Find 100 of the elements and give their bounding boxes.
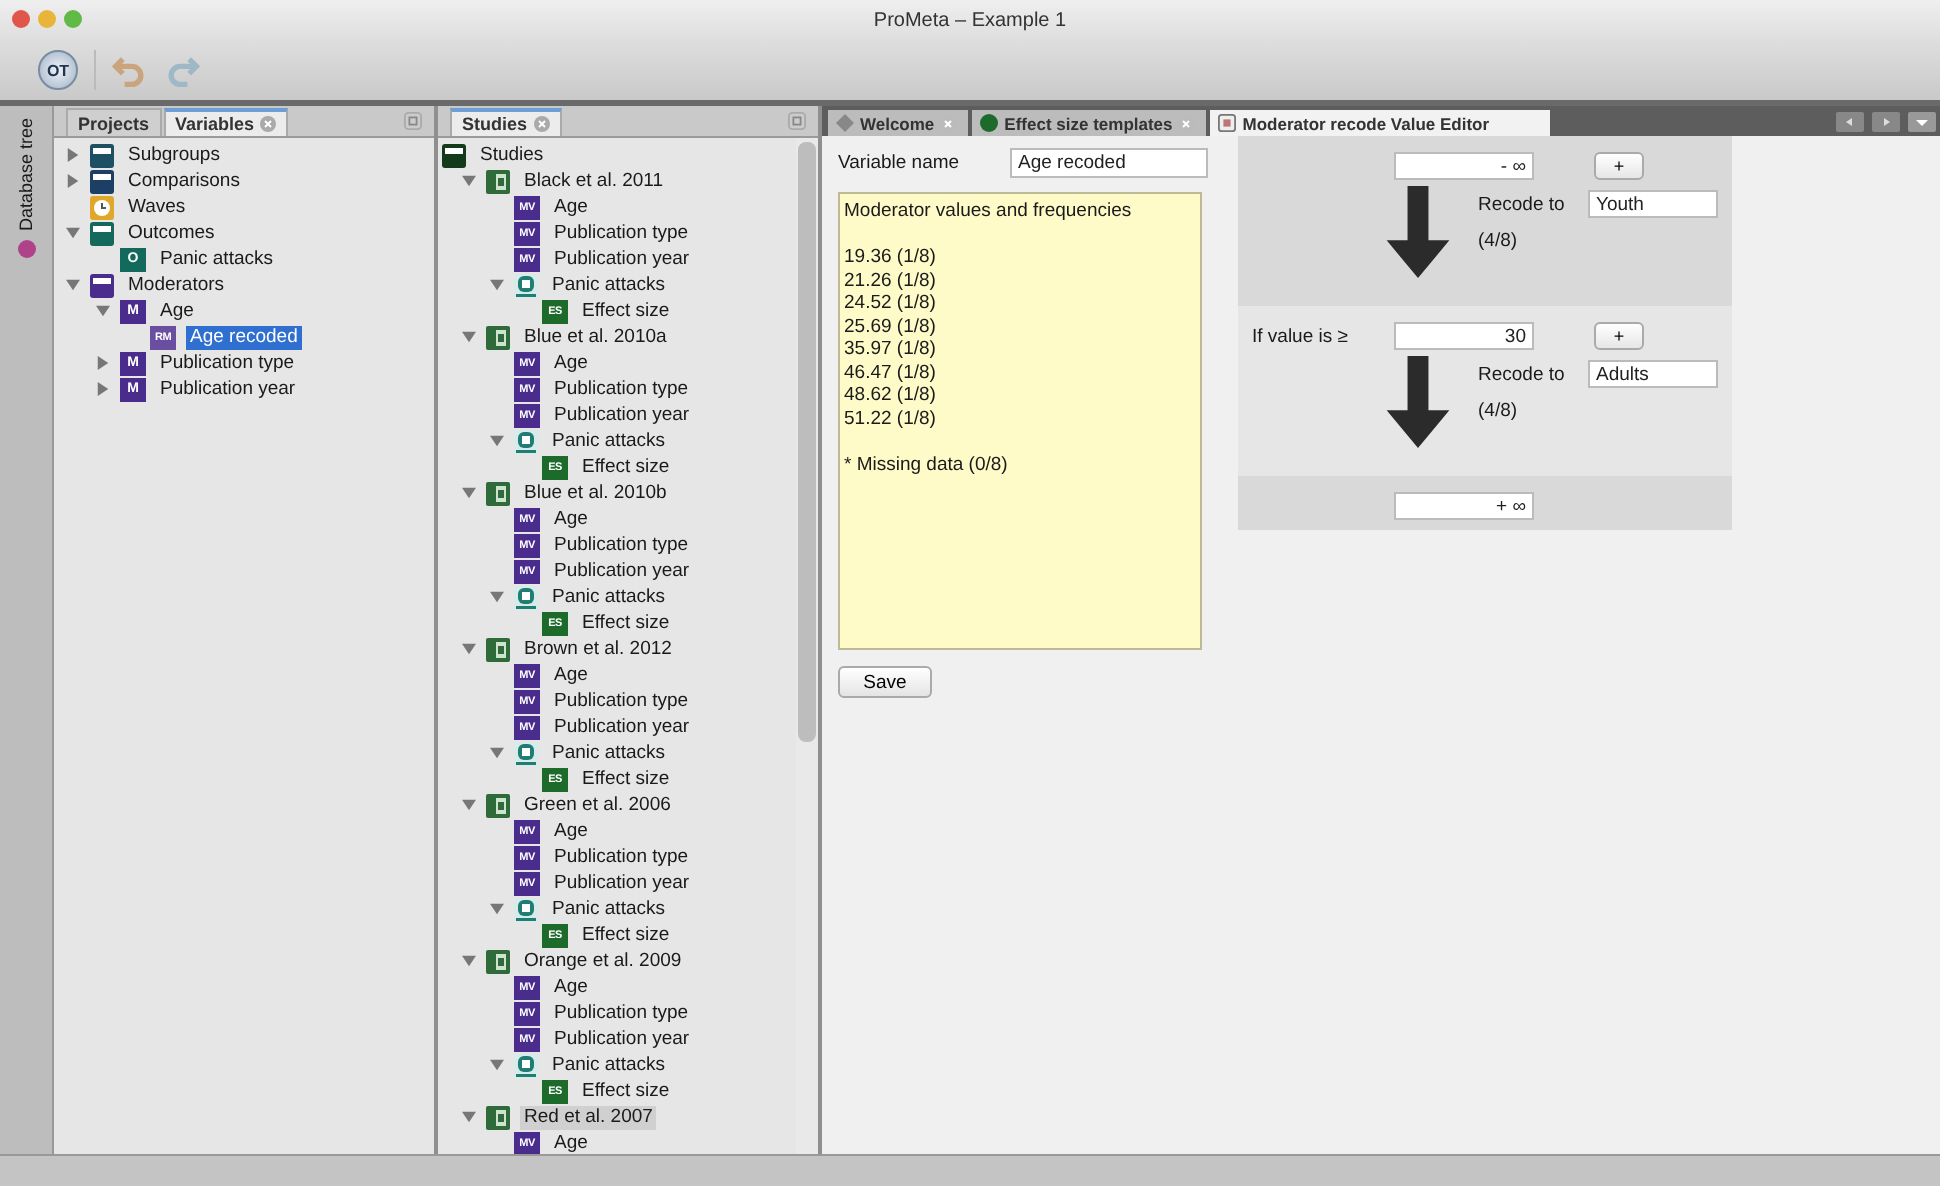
panel-tab[interactable]: Projects (66, 108, 162, 136)
close-window-button[interactable] (12, 10, 30, 28)
bound-field[interactable]: + ∞ (1394, 492, 1534, 520)
expand-arrow-icon[interactable] (96, 382, 110, 396)
add-button[interactable]: + (1594, 152, 1644, 180)
tree-item[interactable]: Publication year (550, 871, 694, 895)
zoom-window-button[interactable] (64, 10, 82, 28)
tree-item[interactable]: Brown et al. 2012 (520, 637, 676, 661)
tree-item[interactable]: Effect size (578, 923, 674, 947)
tree-item[interactable]: Red et al. 2007 (520, 1105, 657, 1129)
close-icon[interactable] (940, 115, 957, 131)
expand-arrow-icon[interactable] (66, 174, 80, 188)
tree-item[interactable]: Age recoded (186, 325, 302, 349)
tree-item[interactable]: Publication year (550, 1027, 694, 1051)
collapse-arrow-icon[interactable] (462, 798, 476, 812)
tree-item[interactable]: Panic attacks (548, 741, 669, 765)
recode-field[interactable]: Youth (1588, 190, 1718, 218)
tree-item[interactable]: Age (550, 975, 592, 999)
tree-item[interactable]: Publication type (550, 221, 693, 245)
collapse-arrow-icon[interactable] (490, 1058, 504, 1072)
save-button[interactable]: Save (838, 666, 932, 698)
tree-item[interactable]: Blue et al. 2010a (520, 325, 671, 349)
outcome-icon (514, 1053, 538, 1077)
logo-button[interactable]: OT (38, 50, 78, 90)
bound-field[interactable]: - ∞ (1394, 152, 1534, 180)
tree-item[interactable]: Waves (124, 195, 190, 219)
tree-item[interactable]: Panic attacks (548, 897, 669, 921)
tree-item[interactable]: Publication type (550, 689, 693, 713)
tree-item[interactable]: Age (550, 507, 592, 531)
close-icon[interactable] (1178, 115, 1195, 131)
tree-item[interactable]: Panic attacks (548, 273, 669, 297)
dropdown-icon[interactable] (1908, 112, 1936, 132)
tree-item[interactable]: Publication type (550, 377, 693, 401)
tree-item[interactable]: Blue et al. 2010b (520, 481, 671, 505)
tree-item[interactable]: Age (156, 299, 198, 323)
collapse-arrow-icon[interactable] (490, 902, 504, 916)
tree-item[interactable]: Subgroups (124, 143, 224, 167)
field-label: Variable name (838, 151, 962, 173)
collapse-arrow-icon[interactable] (462, 642, 476, 656)
collapse-arrow-icon[interactable] (462, 174, 476, 188)
minimize-icon[interactable] (788, 112, 806, 130)
tree-item[interactable]: Age (550, 195, 592, 219)
tree-item[interactable]: Effect size (578, 1079, 674, 1103)
frequency-value: 35.97 (1/8) (844, 338, 938, 361)
tree-item[interactable]: Orange et al. 2009 (520, 949, 686, 973)
editor-tab[interactable]: Moderator recode Value Editor (1210, 110, 1550, 136)
editor-tab[interactable]: Effect size templates (972, 110, 1207, 136)
side-tab[interactable]: Database tree (16, 118, 36, 232)
collapse-arrow-icon[interactable] (490, 278, 504, 292)
tree-item[interactable]: Panic attacks (548, 1053, 669, 1077)
collapse-arrow-icon[interactable] (462, 486, 476, 500)
tree-item[interactable]: Publication year (156, 377, 300, 401)
add-button[interactable]: + (1594, 322, 1644, 350)
tree-item[interactable]: Publication type (550, 845, 693, 869)
close-icon[interactable] (260, 116, 277, 132)
tree-item[interactable]: Panic attacks (548, 429, 669, 453)
bound-field[interactable]: 30 (1394, 322, 1534, 350)
tree-item[interactable]: Publication year (550, 403, 694, 427)
editor-tab[interactable]: Welcome (828, 110, 969, 136)
collapse-arrow-icon[interactable] (66, 226, 80, 240)
tree-item[interactable]: Panic attacks (548, 585, 669, 609)
collapse-arrow-icon[interactable] (66, 278, 80, 292)
variable-name-field[interactable]: Age recoded (1010, 147, 1208, 177)
collapse-arrow-icon[interactable] (462, 954, 476, 968)
tree-item[interactable]: Panic attacks (156, 247, 277, 271)
minimize-icon[interactable] (404, 112, 422, 130)
tree-item[interactable]: Publication year (550, 715, 694, 739)
collapse-arrow-icon[interactable] (462, 1110, 476, 1124)
tree-item[interactable]: Black et al. 2011 (520, 169, 668, 193)
tree-item[interactable]: Age (550, 663, 592, 687)
recode-field[interactable]: Adults (1588, 360, 1718, 388)
tree-item[interactable]: Effect size (578, 767, 674, 791)
close-icon[interactable] (533, 116, 550, 132)
tree-item[interactable]: Green et al. 2006 (520, 793, 675, 817)
expand-arrow-icon[interactable] (66, 148, 80, 162)
tree-item[interactable]: Outcomes (124, 221, 219, 245)
tree-item[interactable]: Publication type (550, 533, 693, 557)
collapse-arrow-icon[interactable] (490, 746, 504, 760)
expand-arrow-icon[interactable] (96, 356, 110, 370)
collapse-arrow-icon[interactable] (462, 330, 476, 344)
scrollbar-thumb[interactable] (798, 142, 816, 742)
collapse-arrow-icon[interactable] (96, 304, 110, 318)
tree-item[interactable]: Age (550, 1131, 592, 1154)
tree-item[interactable]: Publication type (156, 351, 299, 375)
tree-item[interactable]: Effect size (578, 611, 674, 635)
panel-tab[interactable]: Studies (450, 108, 562, 136)
tree-item[interactable]: Publication year (550, 247, 694, 271)
collapse-arrow-icon[interactable] (490, 590, 504, 604)
tree-item[interactable]: Studies (476, 143, 548, 167)
tree-item[interactable]: Comparisons (124, 169, 244, 193)
panel-tab[interactable]: Variables (163, 108, 289, 136)
tree-item[interactable]: Effect size (578, 299, 674, 323)
tree-item[interactable]: Age (550, 819, 592, 843)
count-text: (4/8) (1478, 398, 1520, 422)
tree-item[interactable]: Publication type (550, 1001, 693, 1025)
tree-item[interactable]: Moderators (124, 273, 229, 297)
tree-item[interactable]: Effect size (578, 455, 674, 479)
tree-item[interactable]: Age (550, 351, 592, 375)
tree-item[interactable]: Publication year (550, 559, 694, 583)
collapse-arrow-icon[interactable] (490, 434, 504, 448)
